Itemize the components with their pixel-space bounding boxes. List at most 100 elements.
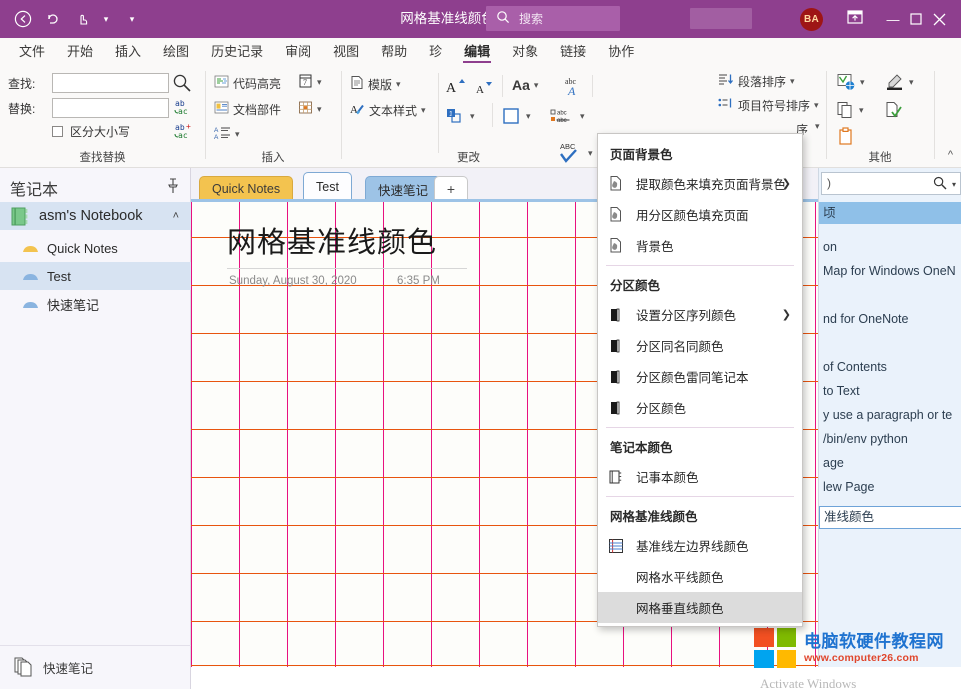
menu-item-extract-color-fill-page-bg[interactable]: 提取颜色来填充页面背景色 ❯	[598, 168, 802, 199]
code-highlight-button[interactable]: 代码高亮	[214, 74, 281, 92]
page-search-caret-icon[interactable]: ▾	[952, 180, 956, 189]
page-list-item[interactable]	[819, 284, 961, 306]
extra-sort-caret-icon[interactable]: ▾	[811, 121, 820, 132]
sidebar-section-quick-notes[interactable]: Quick Notes	[0, 234, 191, 262]
template-button[interactable]: 模版 ▾	[350, 75, 401, 93]
strikethrough-list-icon[interactable]: abcabc ▾	[550, 108, 585, 125]
date-button[interactable]: 7 ▾	[298, 73, 322, 92]
text-style-button[interactable]: A 文本样式 ▾	[350, 101, 426, 119]
collapse-ribbon-caret-icon[interactable]: ^	[948, 149, 953, 161]
page-list-item[interactable]: Map for Windows OneN	[819, 260, 961, 282]
numbering-icon[interactable]: 1 ▾	[446, 107, 475, 125]
copy-icon[interactable]: ▾	[837, 101, 864, 119]
page-title[interactable]: 网格基准线颜色	[227, 219, 437, 261]
shrink-font-icon[interactable]: A	[476, 79, 496, 95]
menu-item-set-section-sequence-color[interactable]: 设置分区序列颜色 ❯	[598, 299, 802, 330]
sidebar-section-kuaisubiji[interactable]: 快速笔记	[0, 290, 191, 318]
tab-home[interactable]: 开始	[56, 38, 104, 65]
paragraph-sort-button[interactable]: 段落排序 ▾	[718, 73, 795, 90]
menu-item-notebook-color[interactable]: 记事本颜色	[598, 461, 802, 492]
page-list-item[interactable]: lew Page	[819, 476, 961, 498]
quick-notes-icon[interactable]	[12, 655, 34, 680]
menu-item-background-color[interactable]: 背景色	[598, 230, 802, 261]
date-caret-icon[interactable]: ▾	[317, 77, 322, 88]
translate-caret-icon[interactable]: ▾	[860, 77, 865, 88]
tab-insert[interactable]: 插入	[104, 38, 152, 65]
translate-check-icon[interactable]: ▾	[837, 73, 865, 91]
page-list-item[interactable]: age	[819, 452, 961, 474]
box-icon[interactable]: ▾	[502, 107, 531, 125]
page-list-item[interactable]: y use a paragraph or te	[819, 404, 961, 426]
page-list-item[interactable]: on	[819, 236, 961, 258]
page-list-item[interactable]: nd for OneNote	[819, 308, 961, 330]
tab-zhen[interactable]: 珍	[418, 38, 453, 65]
menu-item-grid-vertical-line-color[interactable]: 网格垂直线颜色	[598, 592, 802, 623]
ribbon-display-options-icon[interactable]	[845, 9, 867, 29]
abc-check-caret-icon[interactable]: ▾	[588, 148, 593, 159]
tab-help[interactable]: 帮助	[370, 38, 418, 65]
table-caret-icon[interactable]: ▾	[317, 104, 322, 115]
tab-history[interactable]: 历史记录	[200, 38, 274, 65]
strikethrough-caret-icon[interactable]: ▾	[580, 111, 585, 122]
tab-file[interactable]: 文件	[8, 38, 56, 65]
tab-object[interactable]: 对象	[501, 38, 549, 65]
menu-item-fill-page-with-section-color[interactable]: 用分区颜色填充页面	[598, 199, 802, 230]
replace-input[interactable]	[52, 98, 169, 118]
page-check-icon[interactable]	[885, 101, 903, 119]
sort-az-button[interactable]: AA ▾	[214, 125, 240, 143]
replace-icon[interactable]: abac	[174, 98, 193, 117]
paragraph-sort-caret-icon[interactable]: ▾	[790, 76, 795, 87]
notebook-item[interactable]: asm's Notebook ˄	[0, 202, 191, 230]
text-style-caret-icon[interactable]: ▾	[421, 105, 426, 116]
tab-collaborate[interactable]: 协作	[597, 38, 645, 65]
add-section-tab[interactable]: +	[434, 176, 468, 201]
sort-az-caret-icon[interactable]: ▾	[235, 129, 240, 140]
touch-mode-caret-icon[interactable]: ▾	[98, 14, 114, 25]
search-box[interactable]: 搜索	[486, 6, 620, 31]
clipboard-icon[interactable]	[837, 127, 855, 146]
section-tab-kuaisubiji[interactable]: 快速笔记	[365, 176, 441, 201]
table-button[interactable]: ▾	[298, 100, 322, 118]
abc-check-icon[interactable]: ABC ▾	[558, 141, 593, 165]
back-arrow-icon[interactable]	[8, 4, 38, 34]
tab-draw[interactable]: 绘图	[152, 38, 200, 65]
bullet-sort-caret-icon[interactable]: ▾	[814, 100, 819, 111]
template-caret-icon[interactable]: ▾	[396, 79, 401, 90]
match-case-checkbox[interactable]	[52, 126, 63, 137]
bullet-sort-button[interactable]: 项目符号排序 ▾	[718, 97, 819, 114]
menu-item-baseline-left-border-color[interactable]: 基准线左边界线颜色	[598, 530, 802, 561]
grow-font-icon[interactable]: A	[446, 77, 468, 95]
page-list-item-editing[interactable]: 准线颜色	[819, 506, 961, 529]
page-list-item[interactable]: 顷	[819, 202, 961, 224]
section-tab-quick-notes[interactable]: Quick Notes	[199, 176, 293, 201]
menu-item-same-name-same-color[interactable]: 分区同名同颜色	[598, 330, 802, 361]
avatar[interactable]: BA	[800, 8, 823, 31]
notebook-collapse-caret-icon[interactable]: ˄	[173, 210, 179, 222]
highlighter-caret-icon[interactable]: ▾	[909, 77, 914, 88]
change-case-button[interactable]: Aa ▾	[512, 77, 538, 93]
change-case-caret-icon[interactable]: ▾	[534, 80, 539, 91]
touch-mode-icon[interactable]	[68, 4, 98, 34]
quick-access-more-caret-icon[interactable]: ▾	[124, 14, 140, 25]
page-search-icon[interactable]	[933, 176, 947, 193]
numbering-caret-icon[interactable]: ▾	[470, 111, 475, 122]
page-list-item[interactable]	[819, 332, 961, 354]
close-button[interactable]	[916, 0, 961, 38]
tab-edit[interactable]: 编辑	[453, 38, 501, 65]
tab-view[interactable]: 视图	[322, 38, 370, 65]
pin-icon[interactable]	[166, 178, 180, 197]
menu-item-grid-horizontal-line-color[interactable]: 网格水平线颜色	[598, 561, 802, 592]
abc-italic-icon[interactable]: abcA	[564, 75, 586, 97]
undo-icon[interactable]	[38, 4, 68, 34]
doc-parts-button[interactable]: 文档部件	[214, 100, 281, 118]
replace-all-icon[interactable]: ab+ac	[174, 122, 193, 141]
box-caret-icon[interactable]: ▾	[526, 111, 531, 122]
sidebar-section-test[interactable]: Test	[0, 262, 191, 290]
copy-caret-icon[interactable]: ▾	[859, 105, 864, 116]
tab-review[interactable]: 审阅	[274, 38, 322, 65]
section-tab-test[interactable]: Test	[303, 172, 352, 201]
menu-item-section-color[interactable]: 分区颜色	[598, 392, 802, 423]
page-list-item[interactable]: /bin/env python	[819, 428, 961, 450]
page-list-item[interactable]: of Contents	[819, 356, 961, 378]
highlighter-icon[interactable]: ▾	[885, 73, 914, 91]
